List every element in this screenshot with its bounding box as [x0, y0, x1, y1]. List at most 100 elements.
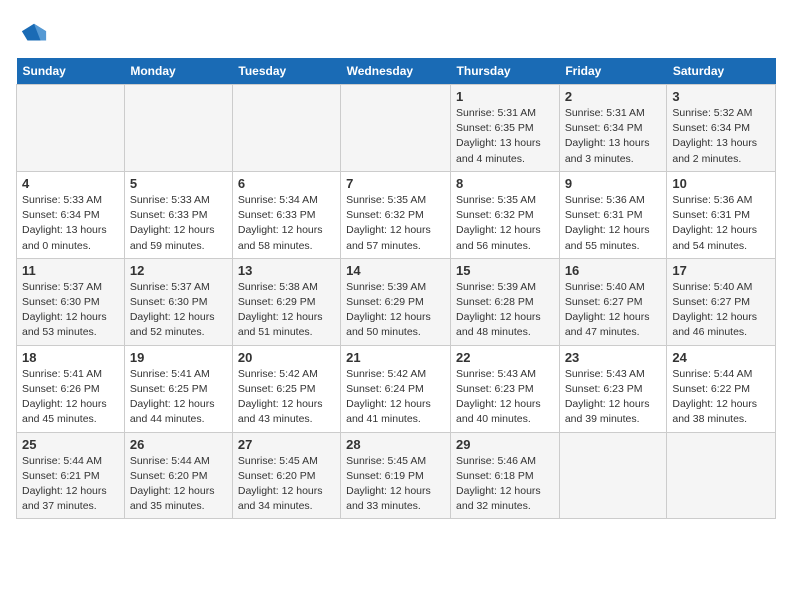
col-header-saturday: Saturday: [667, 58, 776, 85]
day-number: 12: [130, 263, 227, 278]
day-number: 13: [238, 263, 335, 278]
day-number: 26: [130, 437, 227, 452]
day-number: 3: [672, 89, 770, 104]
day-number: 1: [456, 89, 554, 104]
calendar-cell: 16 Sunrise: 5:40 AM Sunset: 6:27 PM Dayli…: [559, 258, 667, 345]
day-info: Sunrise: 5:40 AM Sunset: 6:27 PM Dayligh…: [565, 280, 662, 341]
calendar-cell: 5 Sunrise: 5:33 AM Sunset: 6:33 PM Daylig…: [124, 171, 232, 258]
day-info: Sunrise: 5:35 AM Sunset: 6:32 PM Dayligh…: [346, 193, 445, 254]
calendar-cell: 3 Sunrise: 5:32 AM Sunset: 6:34 PM Daylig…: [667, 85, 776, 172]
day-info: Sunrise: 5:44 AM Sunset: 6:20 PM Dayligh…: [130, 454, 227, 515]
calendar-cell: 29 Sunrise: 5:46 AM Sunset: 6:18 PM Dayli…: [451, 432, 560, 519]
col-header-thursday: Thursday: [451, 58, 560, 85]
day-number: 22: [456, 350, 554, 365]
calendar-cell: [124, 85, 232, 172]
calendar-cell: [232, 85, 340, 172]
day-info: Sunrise: 5:41 AM Sunset: 6:26 PM Dayligh…: [22, 367, 119, 428]
logo-icon: [20, 20, 48, 48]
calendar-cell: [341, 85, 451, 172]
day-info: Sunrise: 5:36 AM Sunset: 6:31 PM Dayligh…: [565, 193, 662, 254]
day-info: Sunrise: 5:31 AM Sunset: 6:35 PM Dayligh…: [456, 106, 554, 167]
calendar-cell: 1 Sunrise: 5:31 AM Sunset: 6:35 PM Daylig…: [451, 85, 560, 172]
day-number: 5: [130, 176, 227, 191]
day-number: 18: [22, 350, 119, 365]
calendar-cell: 12 Sunrise: 5:37 AM Sunset: 6:30 PM Dayli…: [124, 258, 232, 345]
calendar-cell: 11 Sunrise: 5:37 AM Sunset: 6:30 PM Dayli…: [17, 258, 125, 345]
day-info: Sunrise: 5:33 AM Sunset: 6:33 PM Dayligh…: [130, 193, 227, 254]
calendar-cell: 8 Sunrise: 5:35 AM Sunset: 6:32 PM Daylig…: [451, 171, 560, 258]
calendar-cell: 14 Sunrise: 5:39 AM Sunset: 6:29 PM Dayli…: [341, 258, 451, 345]
day-info: Sunrise: 5:34 AM Sunset: 6:33 PM Dayligh…: [238, 193, 335, 254]
day-number: 2: [565, 89, 662, 104]
day-info: Sunrise: 5:32 AM Sunset: 6:34 PM Dayligh…: [672, 106, 770, 167]
day-number: 10: [672, 176, 770, 191]
day-info: Sunrise: 5:35 AM Sunset: 6:32 PM Dayligh…: [456, 193, 554, 254]
calendar-cell: 27Sunrise: 5:45 AM Sunset: 6:20 PM Dayli…: [232, 432, 340, 519]
day-number: 7: [346, 176, 445, 191]
calendar-cell: 25 Sunrise: 5:44 AM Sunset: 6:21 PM Dayli…: [17, 432, 125, 519]
day-number: 28: [346, 437, 445, 452]
day-number: 19: [130, 350, 227, 365]
day-info: Sunrise: 5:42 AM Sunset: 6:24 PM Dayligh…: [346, 367, 445, 428]
calendar-header-row: SundayMondayTuesdayWednesdayThursdayFrid…: [17, 58, 776, 85]
day-number: 6: [238, 176, 335, 191]
day-info: Sunrise: 5:43 AM Sunset: 6:23 PM Dayligh…: [456, 367, 554, 428]
day-info: Sunrise: 5:38 AM Sunset: 6:29 PM Dayligh…: [238, 280, 335, 341]
calendar-cell: 10Sunrise: 5:36 AM Sunset: 6:31 PM Dayli…: [667, 171, 776, 258]
calendar-week-row: 18 Sunrise: 5:41 AM Sunset: 6:26 PM Dayli…: [17, 345, 776, 432]
col-header-tuesday: Tuesday: [232, 58, 340, 85]
calendar-cell: 9 Sunrise: 5:36 AM Sunset: 6:31 PM Daylig…: [559, 171, 667, 258]
day-number: 29: [456, 437, 554, 452]
calendar-cell: 18 Sunrise: 5:41 AM Sunset: 6:26 PM Dayli…: [17, 345, 125, 432]
day-info: Sunrise: 5:31 AM Sunset: 6:34 PM Dayligh…: [565, 106, 662, 167]
calendar-cell: [559, 432, 667, 519]
day-info: Sunrise: 5:37 AM Sunset: 6:30 PM Dayligh…: [22, 280, 119, 341]
day-number: 4: [22, 176, 119, 191]
calendar-week-row: 25 Sunrise: 5:44 AM Sunset: 6:21 PM Dayli…: [17, 432, 776, 519]
day-info: Sunrise: 5:37 AM Sunset: 6:30 PM Dayligh…: [130, 280, 227, 341]
calendar-cell: 6 Sunrise: 5:34 AM Sunset: 6:33 PM Daylig…: [232, 171, 340, 258]
day-number: 24: [672, 350, 770, 365]
day-info: Sunrise: 5:46 AM Sunset: 6:18 PM Dayligh…: [456, 454, 554, 515]
calendar-table: SundayMondayTuesdayWednesdayThursdayFrid…: [16, 58, 776, 519]
calendar-cell: 4 Sunrise: 5:33 AM Sunset: 6:34 PM Daylig…: [17, 171, 125, 258]
calendar-cell: 7 Sunrise: 5:35 AM Sunset: 6:32 PM Daylig…: [341, 171, 451, 258]
day-number: 9: [565, 176, 662, 191]
calendar-cell: 26 Sunrise: 5:44 AM Sunset: 6:20 PM Dayli…: [124, 432, 232, 519]
calendar-cell: 2 Sunrise: 5:31 AM Sunset: 6:34 PM Daylig…: [559, 85, 667, 172]
day-info: Sunrise: 5:45 AM Sunset: 6:19 PM Dayligh…: [346, 454, 445, 515]
calendar-cell: [667, 432, 776, 519]
logo: [16, 20, 48, 48]
calendar-cell: 21 Sunrise: 5:42 AM Sunset: 6:24 PM Dayli…: [341, 345, 451, 432]
calendar-cell: 15Sunrise: 5:39 AM Sunset: 6:28 PM Dayli…: [451, 258, 560, 345]
calendar-cell: 20Sunrise: 5:42 AM Sunset: 6:25 PM Dayli…: [232, 345, 340, 432]
day-info: Sunrise: 5:41 AM Sunset: 6:25 PM Dayligh…: [130, 367, 227, 428]
col-header-friday: Friday: [559, 58, 667, 85]
day-info: Sunrise: 5:39 AM Sunset: 6:29 PM Dayligh…: [346, 280, 445, 341]
day-number: 14: [346, 263, 445, 278]
col-header-sunday: Sunday: [17, 58, 125, 85]
day-info: Sunrise: 5:44 AM Sunset: 6:22 PM Dayligh…: [672, 367, 770, 428]
col-header-wednesday: Wednesday: [341, 58, 451, 85]
calendar-cell: 13 Sunrise: 5:38 AM Sunset: 6:29 PM Dayli…: [232, 258, 340, 345]
calendar-cell: 23Sunrise: 5:43 AM Sunset: 6:23 PM Dayli…: [559, 345, 667, 432]
calendar-cell: 24 Sunrise: 5:44 AM Sunset: 6:22 PM Dayli…: [667, 345, 776, 432]
day-number: 11: [22, 263, 119, 278]
day-number: 25: [22, 437, 119, 452]
day-number: 16: [565, 263, 662, 278]
day-info: Sunrise: 5:33 AM Sunset: 6:34 PM Dayligh…: [22, 193, 119, 254]
day-info: Sunrise: 5:44 AM Sunset: 6:21 PM Dayligh…: [22, 454, 119, 515]
calendar-week-row: 4 Sunrise: 5:33 AM Sunset: 6:34 PM Daylig…: [17, 171, 776, 258]
calendar-week-row: 1 Sunrise: 5:31 AM Sunset: 6:35 PM Daylig…: [17, 85, 776, 172]
day-number: 15: [456, 263, 554, 278]
day-number: 17: [672, 263, 770, 278]
calendar-week-row: 11 Sunrise: 5:37 AM Sunset: 6:30 PM Dayli…: [17, 258, 776, 345]
calendar-cell: 17Sunrise: 5:40 AM Sunset: 6:27 PM Dayli…: [667, 258, 776, 345]
day-number: 8: [456, 176, 554, 191]
calendar-cell: 22 Sunrise: 5:43 AM Sunset: 6:23 PM Dayli…: [451, 345, 560, 432]
day-number: 27: [238, 437, 335, 452]
day-number: 23: [565, 350, 662, 365]
calendar-cell: [17, 85, 125, 172]
day-number: 21: [346, 350, 445, 365]
day-info: Sunrise: 5:42 AM Sunset: 6:25 PM Dayligh…: [238, 367, 335, 428]
